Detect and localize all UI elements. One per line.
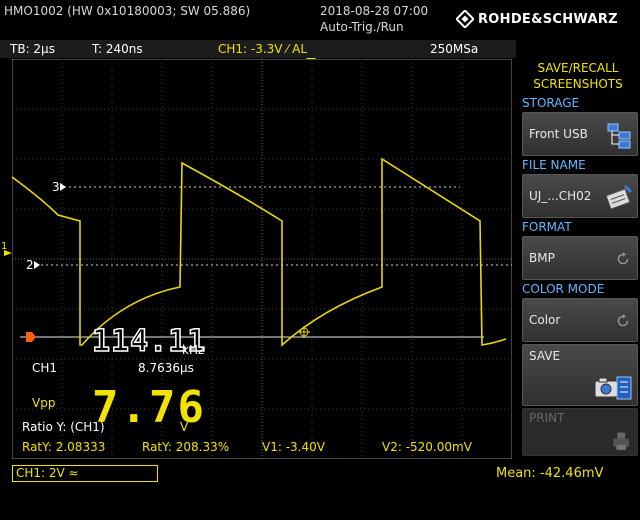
cycle-icon <box>617 252 629 265</box>
waveform-display[interactable] <box>12 59 512 459</box>
save-label: SAVE <box>529 349 561 363</box>
printer-icon <box>613 432 630 450</box>
storage-label: STORAGE <box>522 96 580 110</box>
cycle-icon <box>617 314 629 327</box>
format-label: FORMAT <box>522 220 572 234</box>
frequency-unit: kHz <box>182 343 205 357</box>
trigger-readout[interactable]: CH1: -3.3V ⁄ AL <box>218 42 307 56</box>
ratio-label: Ratio Y: (CH1) <box>22 420 105 434</box>
raty-percent: RatY: 208.33% <box>142 440 230 454</box>
trigger-mode: Auto-Trig./Run <box>320 20 404 34</box>
ch1-ground-arrow-icon <box>4 250 12 256</box>
color-mode-value: Color <box>529 313 561 327</box>
vpp-value: 7.76 <box>92 382 206 433</box>
folder-tree-icon <box>607 123 631 149</box>
keyboard-edit-icon <box>605 184 633 210</box>
brand-text: ROHDE&SCHWARZ <box>478 11 618 27</box>
measure-channel-label: CH1 <box>32 361 58 375</box>
brand-logo: ROHDE&SCHWARZ <box>456 9 618 29</box>
storage-value: Front USB <box>529 127 588 141</box>
cursor-2-label[interactable]: 2 <box>26 258 34 272</box>
trigger-level-marker-icon[interactable] <box>25 331 37 343</box>
color-mode-label: COLOR MODE <box>522 282 605 296</box>
file-name-button[interactable]: UJ_...CH02 <box>522 174 638 218</box>
save-screenshot-icon <box>594 376 632 400</box>
format-button[interactable]: BMP <box>522 236 638 280</box>
cursor-3-label[interactable]: 3 <box>52 180 60 194</box>
device-title: HMO1002 (HW 0x10180003; SW 05.886) <box>4 4 251 18</box>
print-label: PRINT <box>529 411 565 425</box>
color-mode-button[interactable]: Color <box>522 298 638 342</box>
menu-title-line2: SCREENSHOTS <box>533 77 623 91</box>
format-value: BMP <box>529 251 555 265</box>
vpp-unit: V <box>180 420 189 434</box>
trigger-time-readout[interactable]: T: 240ns <box>92 42 143 56</box>
menu-title-line1: SAVE/RECALL <box>537 61 619 75</box>
storage-button[interactable]: Front USB <box>522 112 638 156</box>
sample-rate-readout: 250MSa <box>430 42 479 56</box>
side-menu: SAVE/RECALL SCREENSHOTS STORAGE Front US… <box>516 58 640 458</box>
timebase-readout[interactable]: TB: 2µs <box>10 42 55 56</box>
raty-ratio: RatY: 2.08333 <box>22 440 106 454</box>
file-name-label: FILE NAME <box>522 158 586 172</box>
save-button[interactable]: SAVE <box>522 344 638 406</box>
period-value: 8.7636µs <box>138 361 194 375</box>
cursor-2-arrow-icon <box>34 261 40 269</box>
v2-readout: V2: -520.00mV <box>382 440 472 454</box>
v1-readout: V1: -3.40V <box>262 440 325 454</box>
datetime: 2018-08-28 07:00 <box>320 4 429 18</box>
brand-diamond-icon <box>456 10 474 28</box>
vpp-label: Vpp <box>32 396 56 410</box>
print-button[interactable]: PRINT <box>522 408 638 456</box>
ch1-setting[interactable]: CH1: 2V ≈ <box>16 466 79 480</box>
cursor-3-arrow-icon <box>60 183 66 191</box>
mean-readout: Mean: -42.46mV <box>496 466 604 481</box>
file-name-value: UJ_...CH02 <box>529 189 592 203</box>
